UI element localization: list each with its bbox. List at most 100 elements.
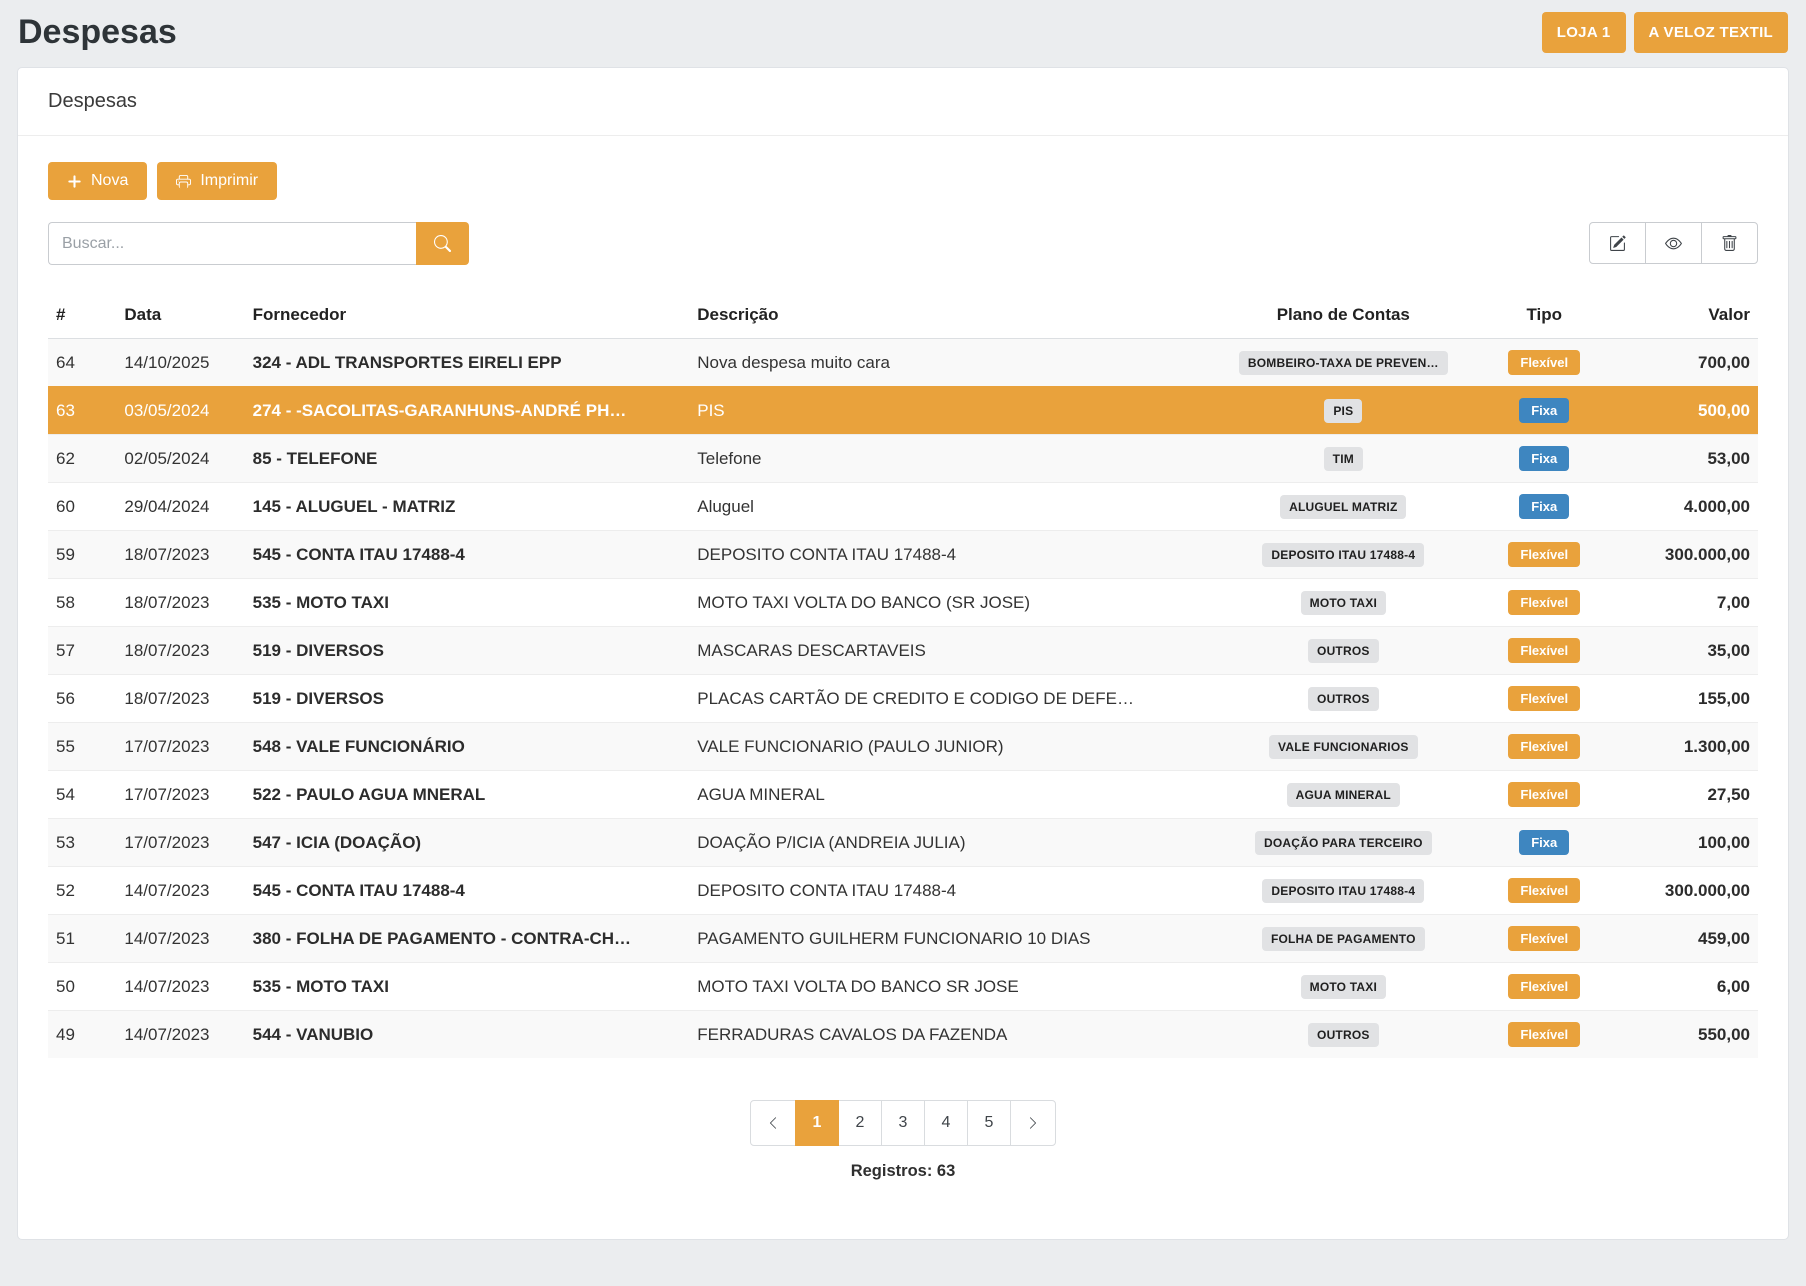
nova-button[interactable]: Nova bbox=[48, 162, 147, 200]
row-fornecedor: 545 - CONTA ITAU 17488-4 bbox=[245, 867, 690, 915]
plano-de-contas-badge: DEPOSITO ITAU 17488-4 bbox=[1262, 543, 1424, 567]
row-id: 50 bbox=[48, 963, 116, 1011]
plano-de-contas-badge: OUTROS bbox=[1308, 1023, 1379, 1047]
page-button-5[interactable]: 5 bbox=[967, 1100, 1011, 1146]
row-valor: 459,00 bbox=[1613, 915, 1758, 963]
table-row[interactable]: 55 17/07/2023 548 - VALE FUNCIONÁRIO VAL… bbox=[48, 723, 1758, 771]
page-header: Despesas LOJA 1 A VELOZ TEXTIL bbox=[0, 0, 1806, 67]
row-fornecedor: 85 - TELEFONE bbox=[245, 435, 690, 483]
table-row[interactable]: 63 03/05/2024 274 - -SACOLITAS-GARANHUNS… bbox=[48, 387, 1758, 435]
row-valor: 53,00 bbox=[1613, 435, 1758, 483]
row-descricao: MOTO TAXI VOLTA DO BANCO (SR JOSE) bbox=[689, 579, 1211, 627]
row-valor: 27,50 bbox=[1613, 771, 1758, 819]
row-tipo-cell: Flexível bbox=[1476, 339, 1613, 387]
page-button-2[interactable]: 2 bbox=[838, 1100, 882, 1146]
table-row[interactable]: 62 02/05/2024 85 - TELEFONE Telefone TIM… bbox=[48, 435, 1758, 483]
tipo-badge: Flexível bbox=[1508, 638, 1580, 663]
row-tipo-cell: Flexível bbox=[1476, 675, 1613, 723]
row-tipo-cell: Fixa bbox=[1476, 483, 1613, 531]
page-button-3[interactable]: 3 bbox=[881, 1100, 925, 1146]
row-id: 53 bbox=[48, 819, 116, 867]
search-group bbox=[48, 222, 469, 265]
row-plano-cell: DEPOSITO ITAU 17488-4 bbox=[1211, 867, 1476, 915]
company-button[interactable]: A VELOZ TEXTIL bbox=[1634, 12, 1788, 53]
table-row[interactable]: 57 18/07/2023 519 - DIVERSOS MASCARAS DE… bbox=[48, 627, 1758, 675]
row-valor: 7,00 bbox=[1613, 579, 1758, 627]
chevron-left-icon bbox=[766, 1116, 780, 1130]
search-input[interactable] bbox=[48, 222, 416, 265]
pagination-next-button[interactable] bbox=[1010, 1100, 1056, 1146]
view-button[interactable] bbox=[1645, 222, 1702, 264]
row-tipo-cell: Flexível bbox=[1476, 1011, 1613, 1059]
registros-count: Registros: 63 bbox=[48, 1162, 1758, 1181]
plano-de-contas-badge: MOTO TAXI bbox=[1301, 975, 1386, 999]
delete-button[interactable] bbox=[1701, 222, 1758, 264]
tipo-badge: Flexível bbox=[1508, 590, 1580, 615]
table-row[interactable]: 53 17/07/2023 547 - ICIA (DOAÇÃO) DOAÇÃO… bbox=[48, 819, 1758, 867]
row-descricao: PAGAMENTO GUILHERM FUNCIONARIO 10 DIAS bbox=[689, 915, 1211, 963]
store-button[interactable]: LOJA 1 bbox=[1542, 12, 1626, 53]
card-header: Despesas bbox=[18, 68, 1788, 136]
printer-icon bbox=[176, 174, 191, 189]
row-descricao: DOAÇÃO P/ICIA (ANDREIA JULIA) bbox=[689, 819, 1211, 867]
plano-de-contas-badge: TIM bbox=[1324, 447, 1363, 471]
table-row[interactable]: 58 18/07/2023 535 - MOTO TAXI MOTO TAXI … bbox=[48, 579, 1758, 627]
tipo-badge: Fixa bbox=[1519, 494, 1569, 519]
row-plano-cell: DOAÇÃO PARA TERCEIRO bbox=[1211, 819, 1476, 867]
edit-pencil-icon bbox=[1609, 235, 1626, 252]
row-descricao: PLACAS CARTÃO DE CREDITO E CODIGO DE DEF… bbox=[689, 675, 1211, 723]
row-data: 29/04/2024 bbox=[116, 483, 244, 531]
page-title: Despesas bbox=[18, 13, 177, 52]
table-row[interactable]: 52 14/07/2023 545 - CONTA ITAU 17488-4 D… bbox=[48, 867, 1758, 915]
row-id: 52 bbox=[48, 867, 116, 915]
plano-de-contas-badge: BOMBEIRO-TAXA DE PREVEN… bbox=[1239, 351, 1448, 375]
row-fornecedor: 519 - DIVERSOS bbox=[245, 627, 690, 675]
row-valor: 300.000,00 bbox=[1613, 867, 1758, 915]
trash-icon bbox=[1721, 235, 1738, 252]
tipo-badge: Flexível bbox=[1508, 878, 1580, 903]
row-id: 64 bbox=[48, 339, 116, 387]
row-fornecedor: 545 - CONTA ITAU 17488-4 bbox=[245, 531, 690, 579]
table-row[interactable]: 54 17/07/2023 522 - PAULO AGUA MNERAL AG… bbox=[48, 771, 1758, 819]
tipo-badge: Flexível bbox=[1508, 686, 1580, 711]
row-descricao: MOTO TAXI VOLTA DO BANCO SR JOSE bbox=[689, 963, 1211, 1011]
table-row[interactable]: 51 14/07/2023 380 - FOLHA DE PAGAMENTO -… bbox=[48, 915, 1758, 963]
row-descricao: MASCARAS DESCARTAVEIS bbox=[689, 627, 1211, 675]
row-data: 03/05/2024 bbox=[116, 387, 244, 435]
search-button[interactable] bbox=[416, 222, 469, 265]
row-fornecedor: 522 - PAULO AGUA MNERAL bbox=[245, 771, 690, 819]
row-descricao: DEPOSITO CONTA ITAU 17488-4 bbox=[689, 531, 1211, 579]
page-button-1[interactable]: 1 bbox=[795, 1100, 839, 1146]
row-id: 57 bbox=[48, 627, 116, 675]
table-row[interactable]: 49 14/07/2023 544 - VANUBIO FERRADURAS C… bbox=[48, 1011, 1758, 1059]
tipo-badge: Flexível bbox=[1508, 542, 1580, 567]
eye-icon bbox=[1665, 235, 1682, 252]
row-fornecedor: 519 - DIVERSOS bbox=[245, 675, 690, 723]
header-tipo: Tipo bbox=[1476, 295, 1613, 339]
row-fornecedor: 145 - ALUGUEL - MATRIZ bbox=[245, 483, 690, 531]
row-id: 55 bbox=[48, 723, 116, 771]
imprimir-button[interactable]: Imprimir bbox=[157, 162, 277, 200]
pagination-prev-button[interactable] bbox=[750, 1100, 796, 1146]
edit-button[interactable] bbox=[1589, 222, 1646, 264]
row-descricao: FERRADURAS CAVALOS DA FAZENDA bbox=[689, 1011, 1211, 1059]
table-row[interactable]: 56 18/07/2023 519 - DIVERSOS PLACAS CART… bbox=[48, 675, 1758, 723]
nova-button-label: Nova bbox=[91, 172, 128, 190]
table-row[interactable]: 64 14/10/2025 324 - ADL TRANSPORTES EIRE… bbox=[48, 339, 1758, 387]
page-button-4[interactable]: 4 bbox=[924, 1100, 968, 1146]
tipo-badge: Flexível bbox=[1508, 926, 1580, 951]
row-fornecedor: 535 - MOTO TAXI bbox=[245, 963, 690, 1011]
row-descricao: PIS bbox=[689, 387, 1211, 435]
row-id: 54 bbox=[48, 771, 116, 819]
row-data: 17/07/2023 bbox=[116, 771, 244, 819]
table-row[interactable]: 50 14/07/2023 535 - MOTO TAXI MOTO TAXI … bbox=[48, 963, 1758, 1011]
table-row[interactable]: 59 18/07/2023 545 - CONTA ITAU 17488-4 D… bbox=[48, 531, 1758, 579]
row-tipo-cell: Flexível bbox=[1476, 627, 1613, 675]
row-id: 63 bbox=[48, 387, 116, 435]
plano-de-contas-badge: DOAÇÃO PARA TERCEIRO bbox=[1255, 831, 1432, 855]
row-data: 17/07/2023 bbox=[116, 723, 244, 771]
tipo-badge: Flexível bbox=[1508, 1022, 1580, 1047]
header-plano-de-contas: Plano de Contas bbox=[1211, 295, 1476, 339]
header-descricao: Descrição bbox=[689, 295, 1211, 339]
table-row[interactable]: 60 29/04/2024 145 - ALUGUEL - MATRIZ Alu… bbox=[48, 483, 1758, 531]
